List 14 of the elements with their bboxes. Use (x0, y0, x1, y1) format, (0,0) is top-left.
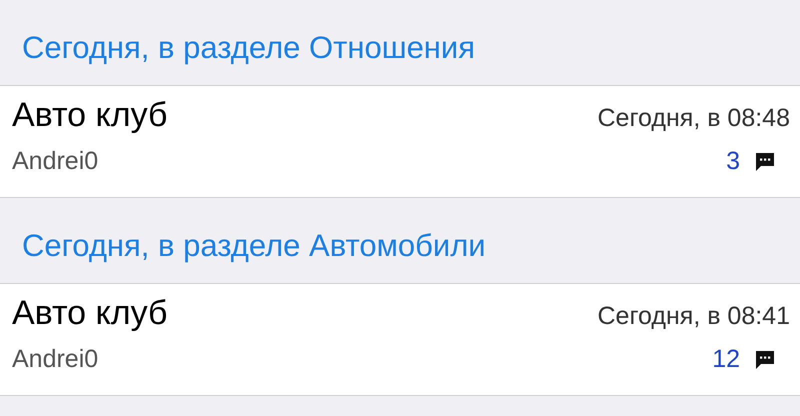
topic-time: Сегодня, в 08:48 (598, 104, 790, 133)
topic-time: Сегодня, в 08:41 (598, 302, 790, 331)
topic-row[interactable]: Авто клуб Сегодня, в 08:41 Andrei0 12 (0, 284, 800, 396)
reply-count: 3 (726, 147, 740, 176)
section-header: Сегодня, в разделе Отношения (22, 30, 476, 65)
chat-bubble-icon (754, 150, 776, 172)
chat-bubble-icon (754, 348, 776, 370)
topic-author: Andrei0 (12, 345, 98, 374)
topic-title: Авто клуб (12, 294, 168, 333)
topic-row[interactable]: Авто клуб Сегодня, в 08:48 Andrei0 3 (0, 86, 800, 198)
section-header: Сегодня, в разделе Автомобили (22, 228, 486, 263)
topic-author: Andrei0 (12, 147, 98, 176)
reply-count: 12 (712, 345, 740, 374)
topic-title: Авто клуб (12, 96, 168, 135)
